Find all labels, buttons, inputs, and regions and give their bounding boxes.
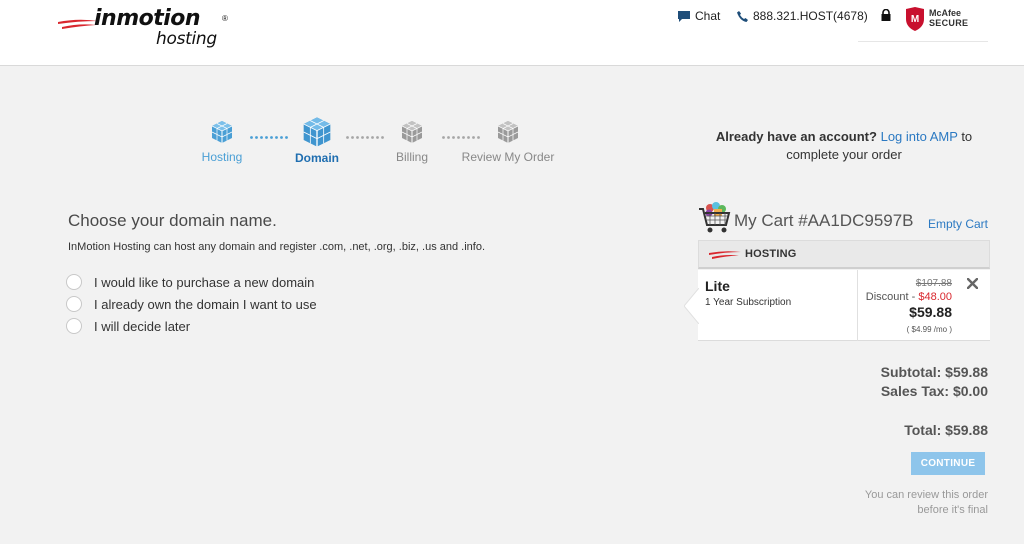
step-label: Domain xyxy=(294,151,339,165)
step-label: Billing xyxy=(395,150,428,164)
cube-icon xyxy=(497,121,519,143)
radio-button[interactable] xyxy=(66,318,82,334)
login-amp-link[interactable]: Log into AMP xyxy=(881,129,958,144)
radio-button[interactable] xyxy=(66,296,82,312)
monthly-price: ( $4.99 /mo ) xyxy=(906,325,952,334)
cart-item-pricing: $107.88 Discount - $48.00 $59.88 ( $4.99… xyxy=(858,270,990,341)
plan-name: Lite xyxy=(705,278,730,294)
logo-registered-mark: ® xyxy=(222,14,228,23)
account-suffix: to xyxy=(961,129,973,144)
subtotal: Subtotal: $59.88 xyxy=(880,364,988,380)
logo-wordmark: inmotion xyxy=(94,6,201,31)
domain-description: InMotion Hosting can host any domain and… xyxy=(68,241,486,253)
item-pointer-notch xyxy=(684,288,699,324)
header-divider xyxy=(858,41,988,42)
cart-section-label: HOSTING xyxy=(745,248,797,260)
cart-item-details: Lite 1 Year Subscription xyxy=(698,270,858,341)
original-price: $107.88 xyxy=(915,278,952,289)
mcafee-shield-icon: M xyxy=(906,7,924,31)
item-price: $59.88 xyxy=(909,304,952,320)
cube-icon xyxy=(401,121,423,143)
logo-swoosh-icon xyxy=(58,19,98,29)
chat-link[interactable]: Chat xyxy=(678,9,720,23)
chat-label: Chat xyxy=(695,9,721,23)
discount-amount: $48.00 xyxy=(918,291,952,303)
svg-text:M: M xyxy=(911,14,919,25)
option-label: I will decide later xyxy=(94,318,191,334)
review-note: You can review this order before it's fi… xyxy=(808,488,988,518)
cube-icon xyxy=(211,121,233,143)
review-note-line1: You can review this order xyxy=(864,489,988,501)
cart-title: My Cart #AA1DC9597B xyxy=(734,211,914,230)
step-billing[interactable]: Billing xyxy=(367,120,457,164)
cart-header: My Cart #AA1DC9597B Empty Cart xyxy=(698,200,990,236)
option-own-domain[interactable]: I already own the domain I want to use xyxy=(66,293,317,315)
empty-cart-link[interactable]: Empty Cart xyxy=(928,217,988,231)
account-line2: complete your order xyxy=(786,147,902,162)
sales-tax: Sales Tax: $0.00 xyxy=(880,383,988,399)
radio-button[interactable] xyxy=(66,274,82,290)
mcafee-text: McAfee SECURE xyxy=(929,8,968,28)
mcafee-name: McAfee xyxy=(929,8,962,18)
phone-number: 888.321.HOST(4678) xyxy=(753,9,868,23)
option-decide-later[interactable]: I will decide later xyxy=(66,315,317,337)
step-review-my-order[interactable]: Review My Order xyxy=(448,120,568,164)
cart-item: Lite 1 Year Subscription $107.88 Discoun… xyxy=(684,270,990,341)
option-label: I already own the domain I want to use xyxy=(94,296,317,312)
discount-line: Discount - $48.00 xyxy=(866,291,952,303)
inmotion-logo[interactable]: inmotion ® hosting xyxy=(58,6,238,54)
step-label: Review My Order xyxy=(461,150,555,164)
option-purchase-new-domain[interactable]: I would like to purchase a new domain xyxy=(66,271,317,293)
step-label: Hosting xyxy=(201,150,243,164)
review-note-line2: before it's final xyxy=(917,504,988,516)
site-header: inmotion ® hosting Chat 888.321.HOST(467… xyxy=(0,0,1024,66)
account-prompt: Already have an account? Log into AMP to… xyxy=(700,128,988,164)
continue-button[interactable]: CONTINUE xyxy=(911,452,985,475)
order-total: Total: $59.88 xyxy=(904,422,988,438)
cube-icon xyxy=(303,117,331,147)
step-domain[interactable]: Domain xyxy=(272,116,362,165)
phone-icon xyxy=(737,10,748,22)
mcafee-secure-label: SECURE xyxy=(929,18,969,28)
option-label: I would like to purchase a new domain xyxy=(94,274,315,290)
phone-link[interactable]: 888.321.HOST(4678) xyxy=(737,9,868,23)
cart-section-hosting: HOSTING xyxy=(698,240,990,269)
page-title: Choose your domain name. xyxy=(68,211,277,230)
plan-term: 1 Year Subscription xyxy=(705,297,792,308)
chat-icon xyxy=(678,10,690,22)
secure-lock xyxy=(881,9,891,21)
domain-options: I would like to purchase a new domain I … xyxy=(66,271,317,337)
account-question: Already have an account? xyxy=(715,129,877,144)
logo-subtitle: hosting xyxy=(156,29,217,49)
mcafee-secure-badge[interactable]: M McAfee SECURE xyxy=(905,7,975,33)
brand-swoosh-icon xyxy=(709,251,741,259)
discount-label: Discount - xyxy=(865,291,916,303)
shopping-cart-icon xyxy=(699,202,731,233)
checkout-progress: Hosting Domain Billing Review My Order xyxy=(190,117,570,180)
lock-icon xyxy=(881,9,891,21)
remove-item-icon[interactable] xyxy=(967,278,978,289)
step-hosting[interactable]: Hosting xyxy=(177,120,267,164)
